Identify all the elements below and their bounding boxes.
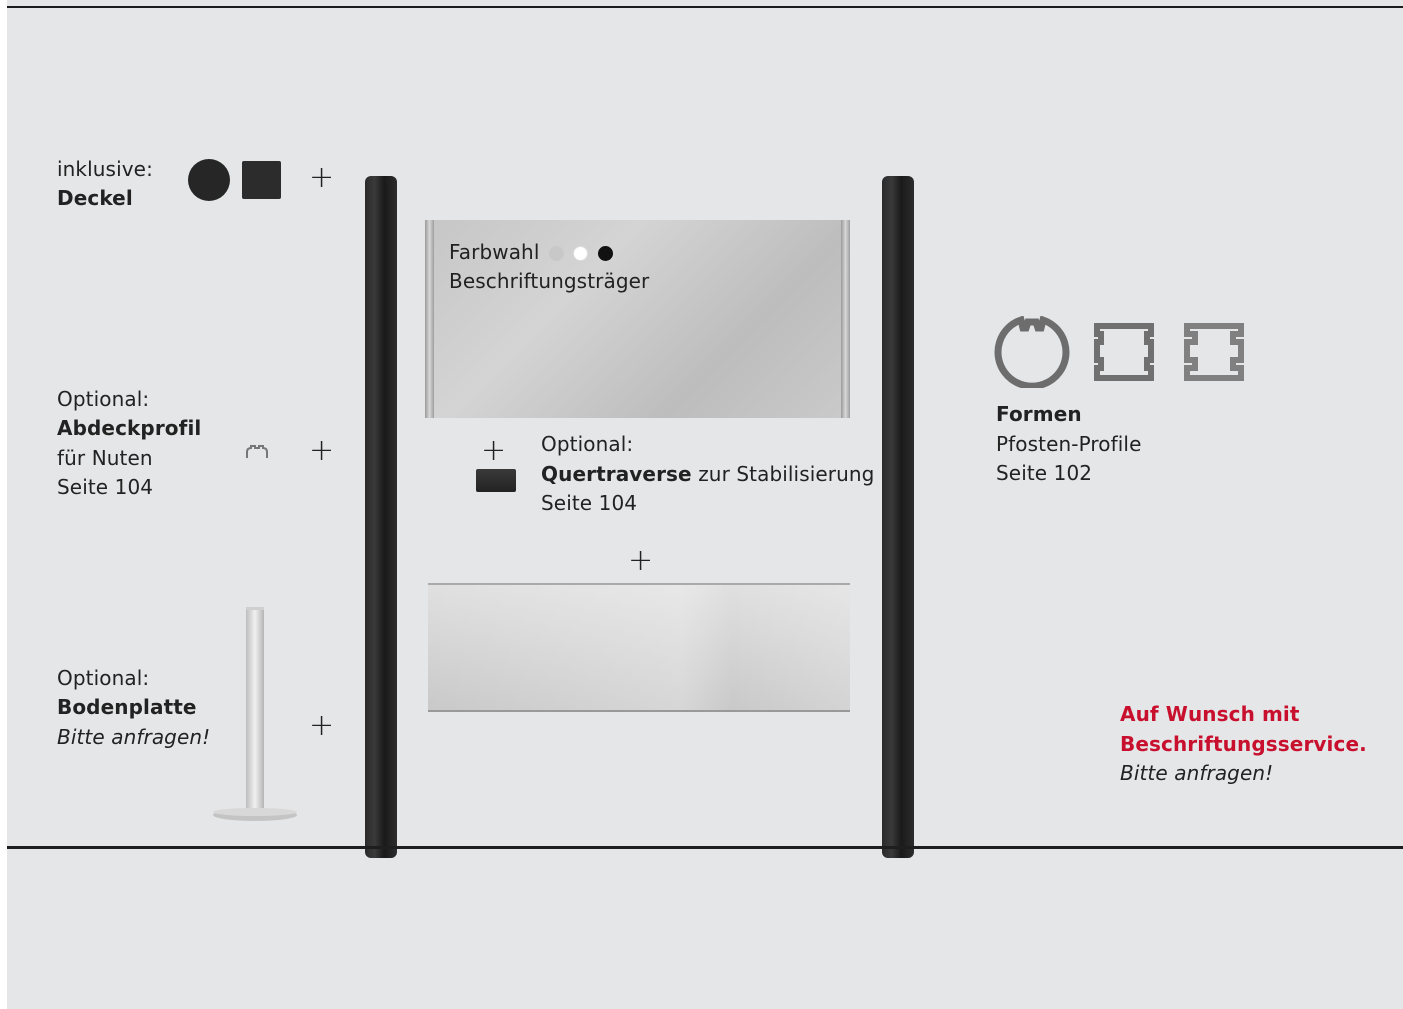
color-swatch-silver — [548, 246, 564, 261]
panel-edge-left — [425, 220, 434, 418]
quertraverse-title: Quertraverse — [541, 462, 692, 486]
plus-icon: + — [309, 160, 335, 195]
canvas — [7, 0, 1403, 1009]
formen-line1: Pfosten-Profile — [996, 432, 1142, 456]
quertraverse-prefix: Optional: — [541, 432, 634, 456]
base-plate-post-icon — [213, 607, 297, 821]
bodenplatte-title: Bodenplatte — [57, 695, 197, 719]
cover-profile-icon — [246, 445, 268, 458]
plus-icon: + — [309, 708, 335, 743]
formen-title: Formen — [996, 402, 1082, 426]
service-note: Bitte anfragen! — [1120, 761, 1274, 785]
abdeckprofil-page: Seite 104 — [57, 475, 154, 499]
left-post — [365, 176, 397, 858]
formen-page: Seite 102 — [996, 461, 1093, 485]
right-post — [882, 176, 914, 858]
lower-panel — [428, 583, 850, 712]
post-profiles-icon — [994, 316, 1244, 388]
ground-line — [7, 846, 1403, 849]
square-cap-icon — [242, 161, 281, 199]
farbwahl-row: Farbwahl — [449, 238, 613, 268]
abdeckprofil-title: Abdeckprofil — [57, 416, 202, 440]
plus-icon: + — [628, 543, 654, 578]
top-rule — [7, 6, 1403, 8]
color-swatch-black — [597, 246, 613, 261]
bodenplatte-note: Bitte anfragen! — [57, 725, 211, 749]
deckel-title: Deckel — [57, 186, 133, 210]
plus-icon: + — [309, 433, 335, 468]
plus-icon: + — [481, 433, 507, 468]
quertraverse-line: Quertraverse zur Stabilisierung — [541, 460, 874, 490]
round-cap-icon — [188, 159, 230, 201]
farbwahl-label: Farbwahl — [449, 240, 540, 264]
quertraverse-suffix: zur Stabilisierung — [691, 462, 875, 486]
farbwahl-subtitle: Beschriftungsträger — [449, 269, 650, 293]
abdeckprofil-prefix: Optional: — [57, 387, 150, 411]
panel-edge-right — [841, 220, 850, 418]
deckel-prefix: inklusive: — [57, 157, 153, 181]
service-line1: Auf Wunsch mit — [1120, 702, 1300, 726]
quertraverse-page: Seite 104 — [541, 491, 638, 515]
color-swatch-white — [573, 246, 589, 261]
abdeckprofil-line1: für Nuten — [57, 446, 153, 470]
crossbar-icon — [476, 469, 516, 492]
service-line2: Beschriftungsservice. — [1120, 732, 1367, 756]
bodenplatte-prefix: Optional: — [57, 666, 150, 690]
